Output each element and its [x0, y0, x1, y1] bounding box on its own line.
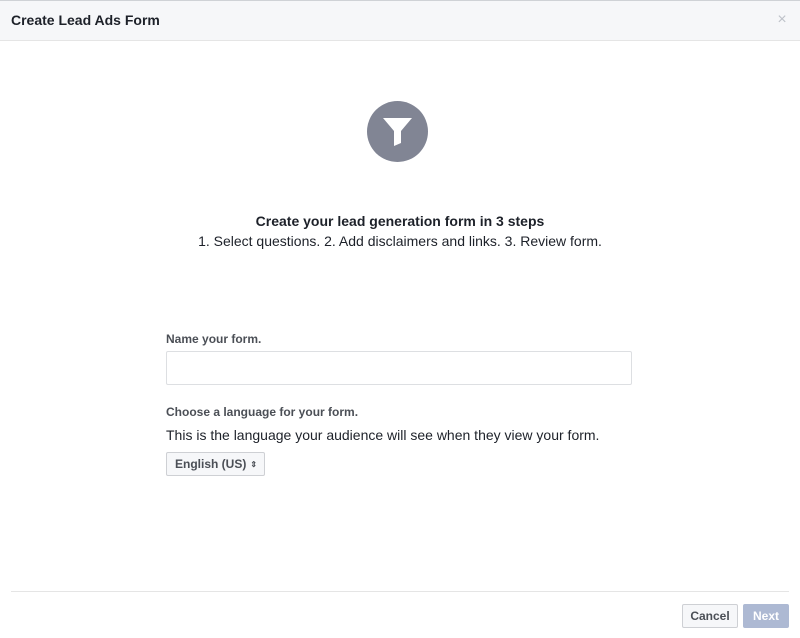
intro-steps: 1. Select questions. 2. Add disclaimers …	[198, 233, 602, 249]
footer-divider	[11, 591, 789, 592]
dialog-title: Create Lead Ads Form	[11, 12, 160, 28]
language-label: Choose a language for your form.	[166, 405, 359, 419]
form-name-label: Name your form.	[166, 332, 262, 346]
funnel-icon	[367, 101, 428, 162]
chevron-updown-icon: ⇕	[250, 460, 258, 469]
form-name-input[interactable]	[166, 351, 632, 385]
language-select[interactable]: English (US) ⇕	[166, 452, 265, 476]
language-select-value: English (US)	[175, 457, 247, 471]
next-button[interactable]: Next	[743, 604, 789, 628]
create-lead-ads-dialog: Create Lead Ads Form × Create your lead …	[0, 0, 800, 638]
dialog-header: Create Lead Ads Form ×	[0, 1, 800, 41]
language-help-text: This is the language your audience will …	[166, 427, 600, 443]
cancel-button[interactable]: Cancel	[682, 604, 738, 628]
close-icon[interactable]: ×	[774, 12, 790, 28]
intro-title: Create your lead generation form in 3 st…	[255, 213, 545, 229]
